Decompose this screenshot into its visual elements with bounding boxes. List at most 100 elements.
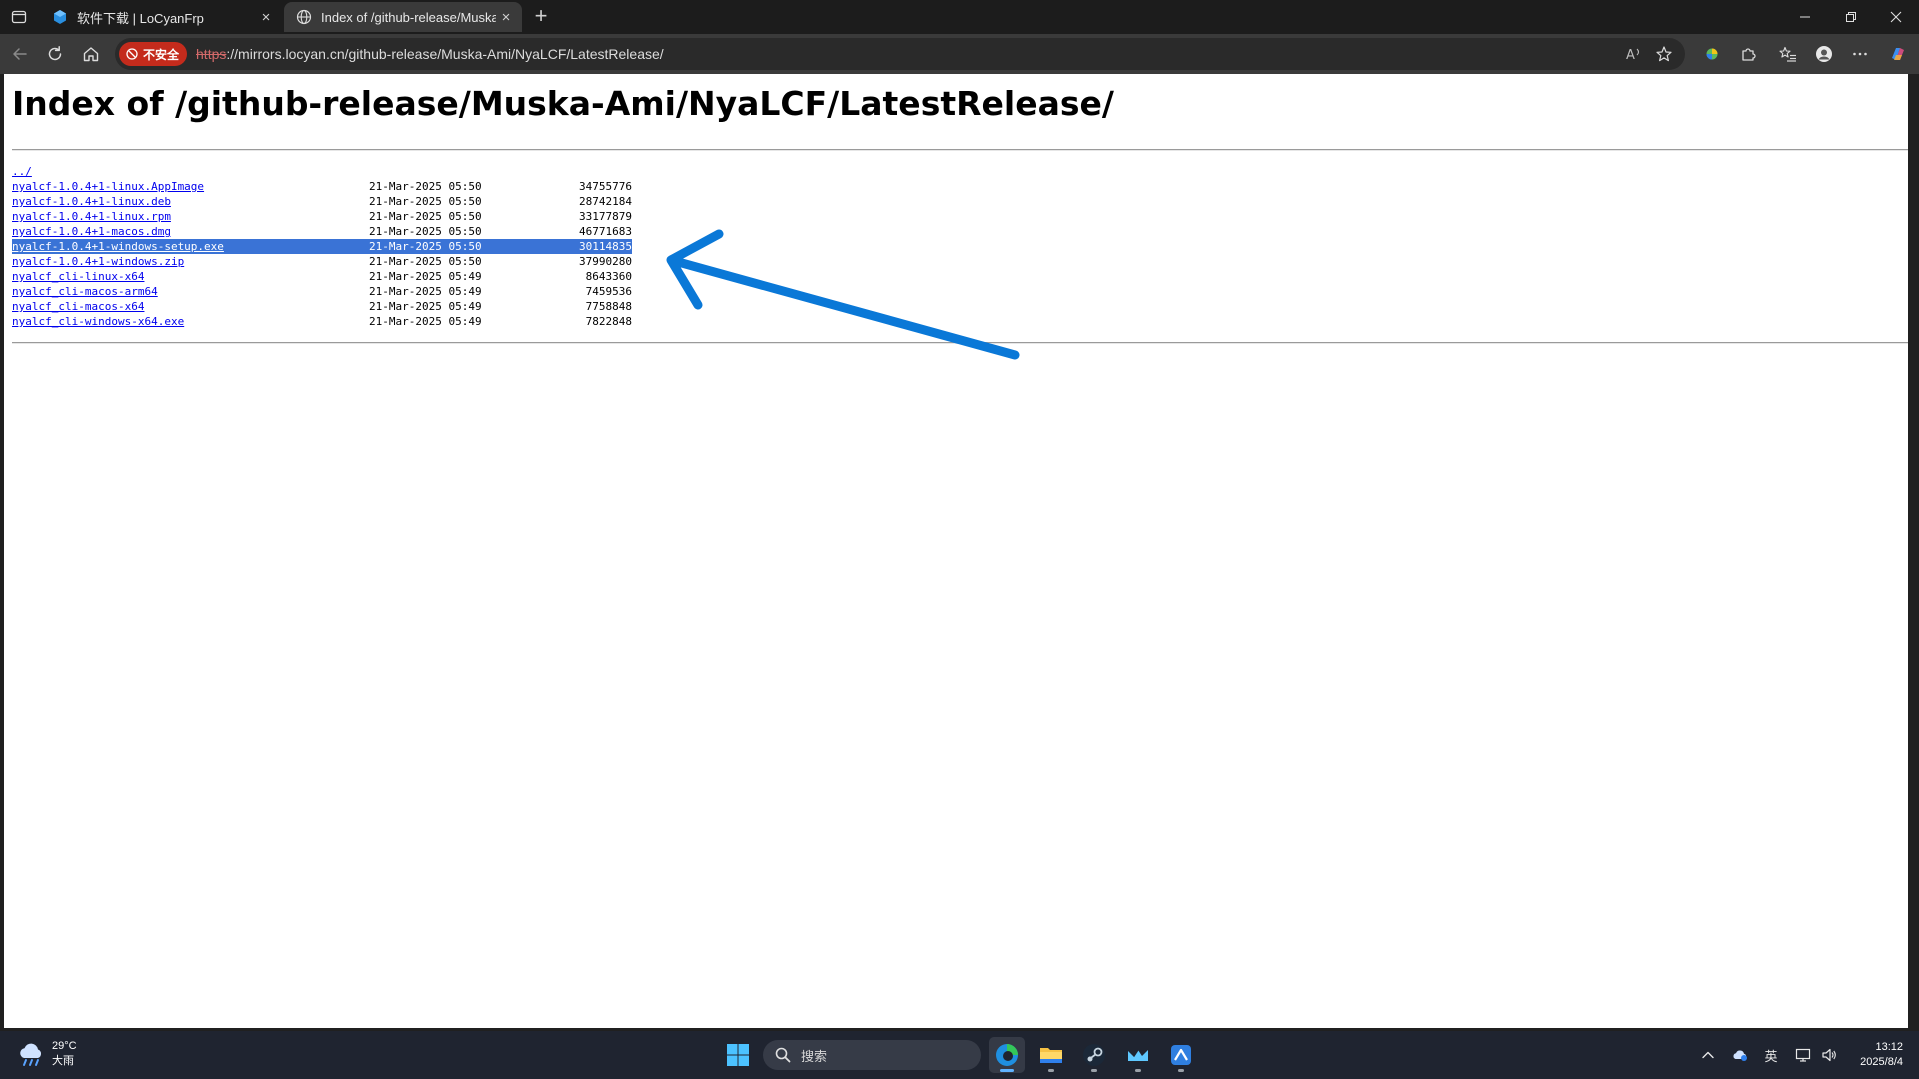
file-date: 21-Mar-2025 05:49 xyxy=(369,285,482,298)
copilot-icon[interactable] xyxy=(1886,42,1910,66)
parent-directory-link[interactable]: ../ xyxy=(12,164,32,179)
file-date: 21-Mar-2025 05:49 xyxy=(369,300,482,313)
file-link[interactable]: nyalcf-1.0.4+1-linux.deb xyxy=(12,194,171,209)
file-listing: ../ nyalcf-1.0.4+1-linux.AppImage 21-Mar-… xyxy=(12,164,632,329)
locyanfrp-favicon-icon xyxy=(52,9,68,25)
file-link[interactable]: nyalcf-1.0.4+1-linux.AppImage xyxy=(12,179,204,194)
tab-close-icon[interactable]: × xyxy=(496,7,516,27)
steam-icon[interactable] xyxy=(1076,1037,1112,1073)
windows-start-icon[interactable] xyxy=(726,1043,750,1067)
clock-time: 13:12 xyxy=(1875,1041,1903,1053)
file-size: 7459536 xyxy=(585,285,632,298)
url-text[interactable]: https://mirrors.locyan.cn/github-release… xyxy=(196,46,664,62)
tab-index-of[interactable]: Index of /github-release/Muska-Ami/NyaLC… xyxy=(284,2,522,32)
tab-title: Index of /github-release/Muska-Ami/NyaLC… xyxy=(321,9,496,25)
file-size: 33177879 xyxy=(579,210,632,223)
file-size: 7822848 xyxy=(585,315,632,328)
weather-description: 大雨 xyxy=(52,1055,74,1067)
tab-close-icon[interactable]: × xyxy=(256,7,276,27)
not-secure-label: 不安全 xyxy=(143,47,180,62)
parent-directory-row[interactable]: ../ xyxy=(12,164,632,179)
not-secure-badge[interactable]: 不安全 xyxy=(119,42,188,66)
table-row[interactable]: nyalcf-1.0.4+1-windows-setup.exe 21-Mar-2… xyxy=(12,239,632,254)
table-row[interactable]: nyalcf_cli-macos-x64 21-Mar-2025 05:49 775… xyxy=(12,299,632,314)
home-icon[interactable] xyxy=(79,42,103,66)
file-link[interactable]: nyalcf-1.0.4+1-macos.dmg xyxy=(12,224,171,239)
taskbar-search[interactable]: 搜索 xyxy=(763,1040,981,1070)
table-row[interactable]: nyalcf-1.0.4+1-macos.dmg 21-Mar-2025 05:5… xyxy=(12,224,632,239)
file-size: 28742184 xyxy=(579,195,632,208)
read-aloud-icon[interactable]: A xyxy=(1625,45,1643,63)
minimize-icon[interactable] xyxy=(1782,0,1828,34)
system-clock[interactable]: 13:12 2025/8/4 xyxy=(1860,1040,1903,1070)
file-size: 46771683 xyxy=(579,225,632,238)
file-size: 34755776 xyxy=(579,180,632,193)
network-icon[interactable] xyxy=(1792,1045,1814,1065)
table-row[interactable]: nyalcf-1.0.4+1-windows.zip 21-Mar-2025 05… xyxy=(12,254,632,269)
divider xyxy=(12,342,1908,344)
file-date: 21-Mar-2025 05:49 xyxy=(369,270,482,283)
favorite-star-icon[interactable] xyxy=(1655,45,1673,63)
restore-icon[interactable] xyxy=(1828,0,1874,34)
file-date: 21-Mar-2025 05:50 xyxy=(369,255,482,268)
tab-title: 软件下载 | LoCyanFrp xyxy=(77,10,204,26)
file-link[interactable]: nyalcf_cli-macos-arm64 xyxy=(12,284,158,299)
table-row[interactable]: nyalcf-1.0.4+1-linux.rpm 21-Mar-2025 05:5… xyxy=(12,209,632,224)
file-explorer-icon[interactable] xyxy=(1033,1037,1069,1073)
url-scheme: https xyxy=(196,46,227,62)
table-row[interactable]: nyalcf_cli-linux-x64 21-Mar-2025 05:49 864… xyxy=(12,269,632,284)
table-row[interactable]: nyalcf-1.0.4+1-linux.AppImage 21-Mar-2025… xyxy=(12,179,632,194)
extension-colored-icon[interactable] xyxy=(1700,42,1724,66)
onedrive-icon[interactable] xyxy=(1728,1045,1752,1065)
app-icon[interactable] xyxy=(1120,1037,1156,1073)
close-window-icon[interactable] xyxy=(1873,0,1919,34)
tab-actions-icon[interactable] xyxy=(8,6,30,28)
browser-toolbar: 不安全 https://mirrors.locyan.cn/github-rel… xyxy=(0,34,1919,74)
globe-icon xyxy=(296,9,312,25)
favorites-icon[interactable] xyxy=(1776,42,1800,66)
tab-locyanfrp[interactable]: 软件下载 | LoCyanFrp × xyxy=(40,2,282,32)
address-bar[interactable]: 不安全 https://mirrors.locyan.cn/github-rel… xyxy=(115,38,1685,70)
back-icon[interactable] xyxy=(8,42,32,66)
file-link[interactable]: nyalcf_cli-linux-x64 xyxy=(12,269,144,284)
rain-cloud-icon xyxy=(20,1043,42,1066)
warning-icon xyxy=(126,48,138,60)
file-link[interactable]: nyalcf_cli-windows-x64.exe xyxy=(12,314,184,329)
search-placeholder: 搜索 xyxy=(801,1048,828,1064)
file-date: 21-Mar-2025 05:50 xyxy=(369,240,482,253)
file-date: 21-Mar-2025 05:49 xyxy=(369,315,482,328)
file-size: 37990280 xyxy=(579,255,632,268)
extensions-puzzle-icon[interactable] xyxy=(1736,42,1760,66)
taskbar: 29°C 大雨 搜索 英 13:12 2025/8/4 xyxy=(0,1031,1919,1079)
table-row[interactable]: nyalcf_cli-windows-x64.exe 21-Mar-2025 05… xyxy=(12,314,632,329)
file-link[interactable]: nyalcf_cli-macos-x64 xyxy=(12,299,144,314)
divider xyxy=(12,149,1908,151)
new-tab-icon[interactable]: + xyxy=(530,5,552,28)
file-date: 21-Mar-2025 05:50 xyxy=(369,225,482,238)
profile-avatar-icon[interactable] xyxy=(1812,42,1836,66)
ime-indicator[interactable]: 英 xyxy=(1761,1045,1781,1065)
svg-text:A: A xyxy=(1626,48,1635,63)
file-link[interactable]: nyalcf-1.0.4+1-windows.zip xyxy=(12,254,184,269)
table-row[interactable]: nyalcf-1.0.4+1-linux.deb 21-Mar-2025 05:5… xyxy=(12,194,632,209)
weather-widget[interactable]: 29°C 大雨 xyxy=(16,1039,77,1069)
page-content: Index of /github-release/Muska-Ami/NyaLC… xyxy=(4,74,1908,1028)
file-size: 7758848 xyxy=(585,300,632,313)
volume-icon[interactable] xyxy=(1818,1045,1840,1065)
file-date: 21-Mar-2025 05:50 xyxy=(369,195,482,208)
table-row[interactable]: nyalcf_cli-macos-arm64 21-Mar-2025 05:49 7… xyxy=(12,284,632,299)
refresh-icon[interactable] xyxy=(43,42,67,66)
app-icon[interactable] xyxy=(1163,1037,1199,1073)
edge-icon[interactable] xyxy=(989,1037,1025,1073)
title-bar: 软件下载 | LoCyanFrp × Index of /github-rele… xyxy=(0,0,1919,34)
file-date: 21-Mar-2025 05:50 xyxy=(369,180,482,193)
file-link[interactable]: nyalcf-1.0.4+1-windows-setup.exe xyxy=(12,239,224,254)
file-size: 30114835 xyxy=(579,240,632,253)
file-date: 21-Mar-2025 05:50 xyxy=(369,210,482,223)
clock-date: 2025/8/4 xyxy=(1860,1056,1903,1068)
show-hidden-icons-icon[interactable] xyxy=(1698,1045,1718,1065)
file-link[interactable]: nyalcf-1.0.4+1-linux.rpm xyxy=(12,209,171,224)
url-path: ://mirrors.locyan.cn/github-release/Musk… xyxy=(226,46,664,62)
more-options-icon[interactable] xyxy=(1848,42,1872,66)
search-icon xyxy=(775,1047,791,1063)
